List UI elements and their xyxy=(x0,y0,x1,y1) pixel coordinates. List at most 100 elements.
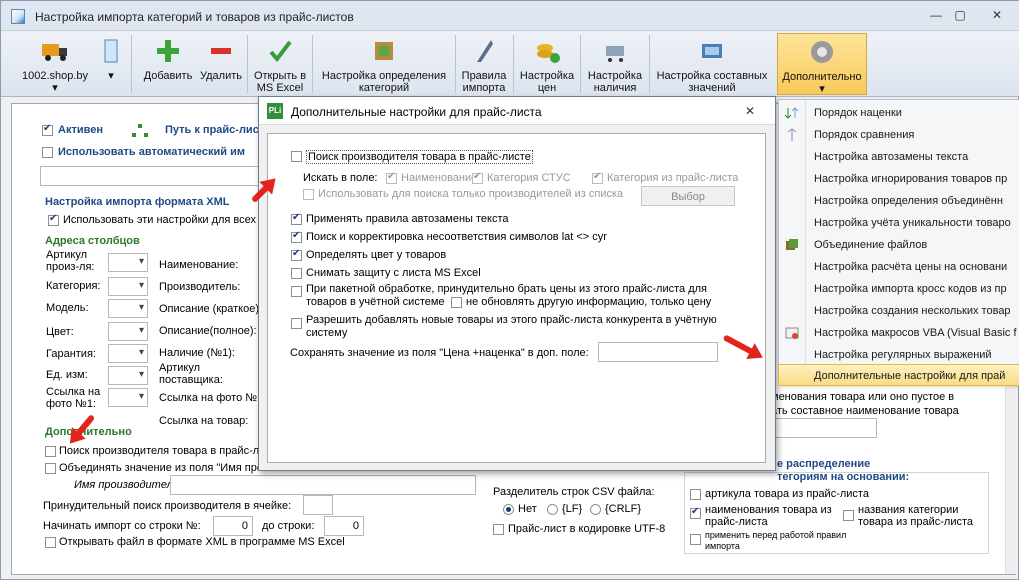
availability-settings-button[interactable]: Настройка наличия xyxy=(583,33,647,95)
document-icon xyxy=(104,39,118,63)
autoreplace-checkbox[interactable] xyxy=(291,212,302,225)
delete-button[interactable]: Удалить xyxy=(197,33,245,95)
menu-item-multiple[interactable]: Настройка создания нескольких товар xyxy=(779,300,1019,322)
utf8-checkbox[interactable] xyxy=(493,524,504,535)
menu-item-merged[interactable]: Настройка определения объединённ xyxy=(779,190,1019,212)
model-combo[interactable] xyxy=(108,299,148,318)
label-name: Наименование: xyxy=(159,259,239,271)
mfr-name-input[interactable] xyxy=(170,475,476,495)
menu-item-price-calc[interactable]: Настройка расчёта цены на основани xyxy=(779,256,1019,278)
path-input[interactable] xyxy=(40,166,260,186)
price-settings-button[interactable]: Настройка цен xyxy=(516,33,578,95)
forced-input[interactable] xyxy=(303,495,333,515)
to-row-label: до строки: xyxy=(262,520,315,532)
auto-checkbox[interactable] xyxy=(42,147,53,158)
dialog-close-button[interactable]: ✕ xyxy=(745,104,755,118)
mfr-name-label: Имя производителя: xyxy=(74,479,182,491)
radio-none[interactable] xyxy=(503,504,514,515)
article-combo[interactable] xyxy=(108,253,148,272)
menu-item-ignore[interactable]: Настройка игнорирования товаров пр xyxy=(779,168,1019,190)
menu-item-compare-order[interactable]: Порядок сравнения xyxy=(779,124,1019,146)
menu-item-cross-codes[interactable]: Настройка импорта кросс кодов из пр xyxy=(779,278,1019,300)
active-label: Активен xyxy=(58,124,103,136)
dist-header-1: е распределение xyxy=(777,458,871,470)
by-name-checkbox[interactable] xyxy=(690,506,701,519)
menu-item-extra-settings[interactable]: Дополнительные настройки для прай xyxy=(778,364,1019,386)
label-unit: Ед. изм: xyxy=(46,369,88,381)
start-row-label: Начинать импорт со строки №: xyxy=(43,520,201,532)
rules-label-2: импорта xyxy=(462,82,506,94)
by-article-checkbox[interactable] xyxy=(690,489,701,500)
find-mfr-dialog-checkbox[interactable] xyxy=(291,151,302,162)
open-xml-checkbox[interactable] xyxy=(45,537,56,548)
quill-icon xyxy=(477,40,493,62)
radio-crlf[interactable] xyxy=(590,504,601,515)
rules-label-1: Правила xyxy=(461,70,507,82)
choose-button[interactable]: Выбор xyxy=(641,186,735,206)
field-catpl-checkbox[interactable] xyxy=(592,171,603,184)
csv-sep-label: Разделитель строк CSV файла: xyxy=(493,486,655,498)
find-mfr-checkbox[interactable] xyxy=(45,446,56,457)
unprotect-checkbox[interactable] xyxy=(291,268,302,279)
autoreplace-label: Применять правила автозамены текста xyxy=(306,213,509,225)
chevron-down-icon: ▾ xyxy=(819,83,825,95)
field-cat-checkbox[interactable] xyxy=(472,171,483,184)
start-row-input[interactable]: 0 xyxy=(213,516,253,536)
note-button[interactable]: ▾ xyxy=(96,33,126,95)
minimize-button[interactable]: — xyxy=(925,7,947,23)
category-combo[interactable] xyxy=(108,277,148,296)
menu-item-regex[interactable]: Настройка регулярных выражений xyxy=(779,344,1019,366)
toolbar-ribbon: 1002.shop.by ▾ ▾ Добавить Удалить Открыт… xyxy=(1,31,1019,97)
xml-use-checkbox[interactable] xyxy=(48,213,59,226)
apply-checkbox[interactable] xyxy=(690,534,701,545)
allownew-label-1: Разрешить добавлять новые товары из этог… xyxy=(306,314,717,326)
menu-item-markup-order[interactable]: Порядок наценки xyxy=(779,102,1019,124)
merge-checkbox[interactable] xyxy=(45,463,56,474)
field-name-checkbox[interactable] xyxy=(386,171,397,184)
by-article-label: артикула товара из прайс-листа xyxy=(705,488,869,500)
photo-combo[interactable] xyxy=(108,388,148,407)
to-row-input[interactable]: 0 xyxy=(324,516,364,536)
noupdate-checkbox[interactable] xyxy=(451,297,462,308)
field-cat-label: Категория СТУС xyxy=(487,172,571,184)
composite-values-button[interactable]: Настройка составных значений xyxy=(652,33,772,95)
close-button[interactable]: ✕ xyxy=(986,7,1008,23)
import-rules-button[interactable]: Правила импорта xyxy=(458,33,510,95)
ribbon-separator xyxy=(649,35,650,93)
allownew-checkbox[interactable] xyxy=(291,318,302,329)
shop-selector-button[interactable]: 1002.shop.by ▾ xyxy=(15,33,95,95)
menu-item-merge-files[interactable]: Объединение файлов xyxy=(779,234,1019,256)
open-label-1: Открыть в xyxy=(253,70,307,82)
price-label-2: цен xyxy=(537,82,557,94)
label-desc-full: Описание(полное): xyxy=(159,325,257,337)
active-checkbox[interactable] xyxy=(42,123,53,136)
unit-combo[interactable] xyxy=(108,366,148,385)
color-combo[interactable] xyxy=(108,322,148,341)
menu-item-autoreplace[interactable]: Настройка автозамены текста xyxy=(779,146,1019,168)
color-checkbox[interactable] xyxy=(291,248,302,261)
category-settings-button[interactable]: Настройка определения категорий xyxy=(315,33,453,95)
only-list-checkbox[interactable] xyxy=(303,189,314,200)
add-button[interactable]: Добавить xyxy=(138,33,198,95)
by-category-label-2: товара из прайс-листа xyxy=(858,516,974,528)
label-photo: Ссылка на фото №1: xyxy=(46,386,101,410)
warranty-combo[interactable] xyxy=(108,344,148,363)
save-field-input[interactable] xyxy=(598,342,718,362)
batch-checkbox[interactable] xyxy=(291,286,302,297)
maximize-button[interactable]: ▢ xyxy=(949,7,971,23)
radio-lf[interactable] xyxy=(547,504,558,515)
composite-input[interactable] xyxy=(771,418,877,438)
menu-item-uniqueness[interactable]: Настройка учёта уникальности товаро xyxy=(779,212,1019,234)
latcyr-checkbox[interactable] xyxy=(291,230,302,243)
extra-menu-button[interactable]: Дополнительно ▾ xyxy=(777,33,867,95)
menu-item-vba[interactable]: Настройка макросов VBA (Visual Basic f xyxy=(779,322,1019,344)
batch-label-1: При пакетной обработке, принудительно бр… xyxy=(306,283,707,295)
batch-label-2: товаров в учётной системе xyxy=(306,296,445,308)
cat-label-2: категорий xyxy=(358,82,410,94)
open-excel-button[interactable]: Открыть в MS Excel xyxy=(250,33,310,95)
plus-icon xyxy=(157,40,179,62)
by-category-checkbox[interactable] xyxy=(843,510,854,521)
path-label: Путь к прайс-лист xyxy=(165,124,265,136)
checkmark-icon xyxy=(269,40,292,63)
by-name-label-1: наименования товара из xyxy=(705,504,832,516)
